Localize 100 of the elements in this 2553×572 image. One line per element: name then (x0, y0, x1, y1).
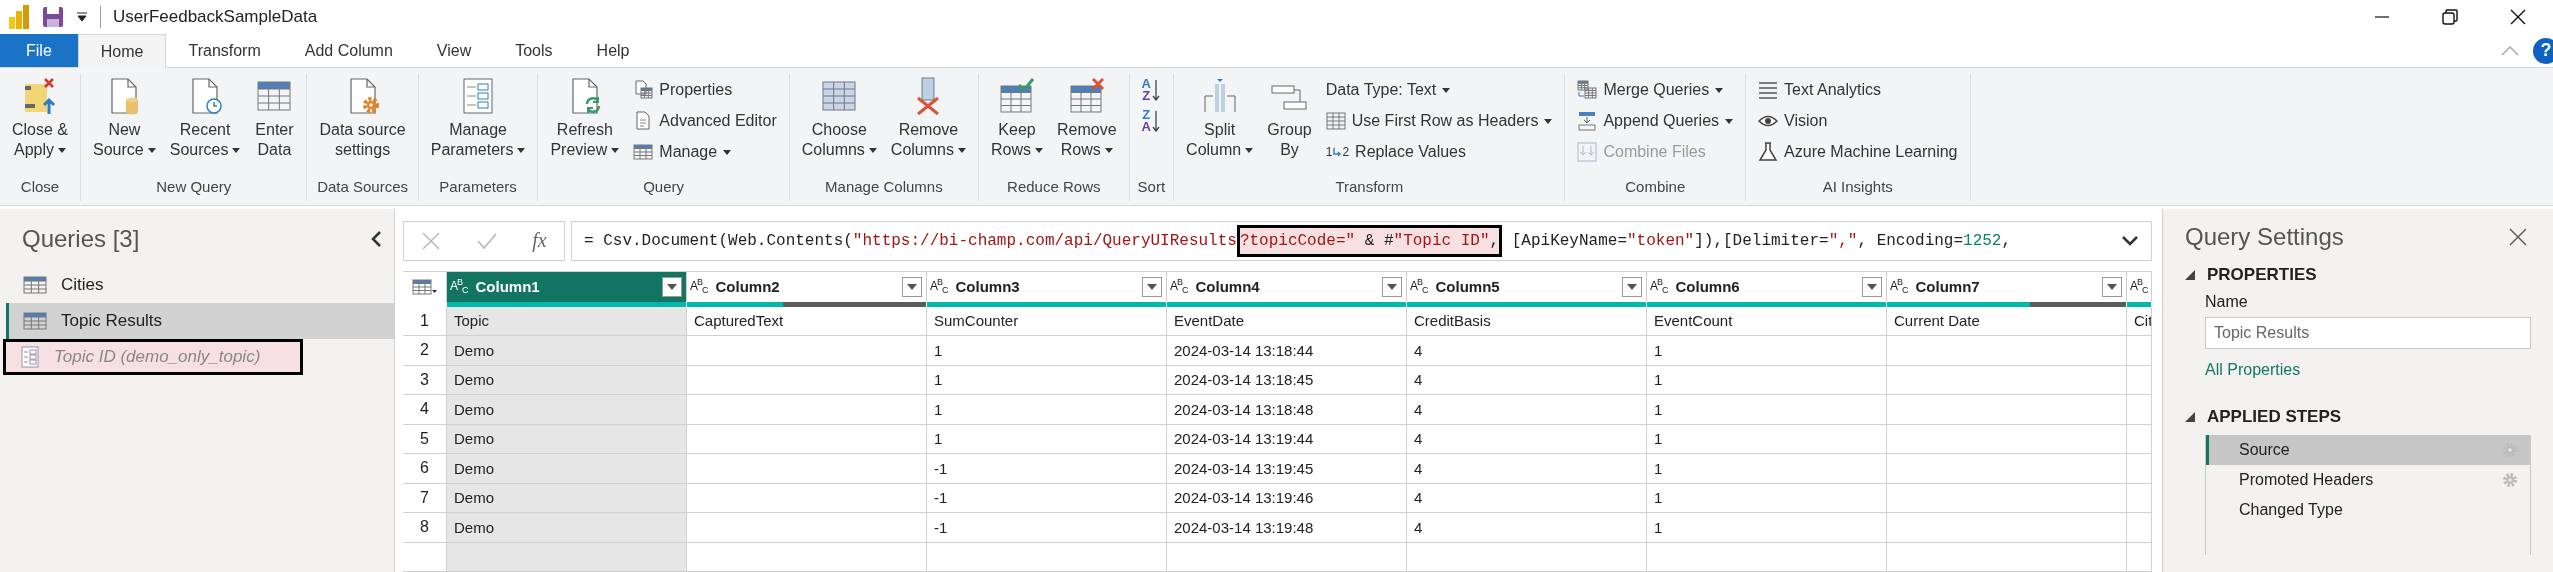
help-button[interactable]: ? (2533, 37, 2553, 64)
table-cell: Demo (447, 483, 687, 513)
chevron-left-icon[interactable] (370, 230, 382, 248)
applied-step[interactable]: Promoted Headers (2206, 465, 2530, 495)
table-cell: EventCount (1647, 306, 1887, 336)
filter-dropdown[interactable] (662, 276, 682, 297)
table-cell: Current Date (1887, 306, 2127, 336)
column-header[interactable]: A$^{B}$$_{C}$ Column7 (1887, 271, 2127, 302)
filter-dropdown[interactable] (2102, 276, 2122, 297)
table-cell: 1 (1647, 454, 1887, 484)
ribbon-tab[interactable]: View (414, 34, 494, 67)
ribbon-button[interactable]: Merge Queries (1573, 76, 1738, 104)
applied-step[interactable]: Source (2206, 435, 2530, 465)
caret-icon (1715, 87, 1724, 93)
ribbon-tab[interactable]: Tools (493, 34, 575, 67)
group-label: Close (19, 178, 61, 197)
all-properties-link[interactable]: All Properties (2205, 361, 2301, 379)
query-item[interactable]: Cities (6, 267, 118, 303)
row-number: 2 (403, 336, 447, 366)
caret-icon (1627, 283, 1637, 290)
ribbon-tab[interactable]: Home (77, 34, 167, 68)
group-label: Data Sources (316, 178, 409, 197)
dropdown-icon[interactable] (76, 11, 88, 23)
table-cell: 2024-03-14 13:18:45 (1167, 365, 1407, 395)
filter-dropdown[interactable] (1622, 276, 1642, 297)
ribbon-button[interactable]: Recent Sources (165, 74, 245, 162)
ribbon-button[interactable]: Advanced Editor (629, 107, 781, 135)
table-cell: 4 (1407, 395, 1647, 425)
ribbon-tab[interactable]: File (0, 34, 78, 67)
ribbon-button[interactable]: Remove Columns (886, 74, 970, 162)
ribbon-button[interactable]: Properties (629, 76, 781, 104)
sort-button[interactable]: Z A (1137, 107, 1164, 135)
chevron-down-icon[interactable] (2121, 234, 2139, 247)
ribbon-button[interactable]: Enter Data (250, 74, 299, 162)
table-check-icon (997, 76, 1037, 116)
table-cell: EventDate (1167, 306, 1407, 336)
ribbon-button[interactable]: Manage Parameters (426, 74, 530, 162)
column-header[interactable]: A$^{B}$$_{C}$ Column2 (687, 271, 927, 302)
ribbon-button[interactable]: Split Column (1182, 74, 1258, 162)
table-cell: 1 (1647, 513, 1887, 543)
ribbon-button[interactable]: Remove Rows (1053, 74, 1121, 162)
ribbon-button[interactable]: Append Queries (1573, 107, 1738, 135)
close-icon[interactable] (2509, 228, 2527, 246)
ribbon-button[interactable]: Data source settings (315, 74, 410, 162)
column-header[interactable]: A$^{B}$$_{C}$ Column1 (447, 271, 687, 302)
column-header[interactable]: A$^{B}$$_{C}$ Column6 (1647, 271, 1887, 302)
ribbon-button[interactable]: Manage (629, 138, 781, 166)
function-label[interactable]: fx (532, 229, 547, 253)
ribbon-button[interactable]: 1 2 Replace Values (1321, 138, 1557, 166)
ribbon-button[interactable]: Use First Row as Headers (1321, 107, 1557, 135)
save-icon[interactable] (42, 6, 64, 28)
ribbon-tab[interactable]: Add Column (282, 34, 415, 67)
query-item[interactable]: Topic Results (6, 303, 394, 339)
table-icon (411, 277, 438, 296)
filter-dropdown[interactable] (902, 276, 922, 297)
name-field[interactable]: Topic Results (2205, 317, 2531, 349)
column-header[interactable]: A$^{B}$$_{C}$ Column3 (927, 271, 1167, 302)
sort-button[interactable]: A Z (1137, 76, 1164, 104)
table-cell: 1 (1647, 365, 1887, 395)
formula-field[interactable]: = Csv.Document(Web.Contents("https://bi-champ.com/api/QueryUIResults ?topicCode=" & #"Topic ID", [ApiKeyName="token"]),[Delimiter=",", Encoding=1252, (571, 221, 2152, 261)
ribbon-button[interactable]: Text Analytics (1754, 76, 1962, 104)
panel-title: Query Settings (2185, 223, 2344, 251)
applied-step[interactable]: Changed Type (2206, 495, 2530, 525)
ribbon-button[interactable]: Data Type: Text (1321, 76, 1557, 104)
column-header[interactable]: A$^{B}$$_{C}$ Column5 (1407, 271, 1647, 302)
ribbon-button[interactable]: Keep Rows (987, 74, 1047, 162)
ribbon-tab[interactable]: Transform (166, 34, 283, 67)
section-heading: APPLIED STEPS (2207, 407, 2342, 427)
table-icon (23, 275, 47, 295)
group-label: Query (642, 178, 685, 197)
caret-icon (723, 149, 732, 155)
table-cell: 4 (1407, 336, 1647, 366)
caret-icon (1867, 283, 1877, 290)
restore-icon[interactable] (2441, 8, 2459, 26)
ribbon-button[interactable]: Choose Columns (797, 74, 881, 162)
column-header[interactable]: A$^{B}$$_{C}$ Column4 (1167, 271, 1407, 302)
table-cell: -1 (927, 513, 1167, 543)
table-cell: Demo (447, 454, 687, 484)
group-label: Parameters (438, 178, 518, 197)
filter-dropdown[interactable] (1142, 276, 1162, 297)
filter-dropdown[interactable] (1862, 276, 1882, 297)
combine-files-icon (1577, 142, 1598, 162)
ribbon-button[interactable]: Close & Apply (8, 74, 73, 162)
row-number: 4 (403, 395, 447, 425)
app-logo-icon (8, 5, 30, 29)
ribbon-button[interactable]: Azure Machine Learning (1754, 138, 1962, 166)
ribbon-button[interactable]: New Source (89, 74, 160, 162)
ribbon-button[interactable]: Group By (1263, 74, 1316, 162)
merge-icon (1577, 80, 1598, 100)
table-cell: 2024-03-14 13:19:46 (1167, 483, 1407, 513)
caret-icon (147, 147, 156, 153)
ribbon-button[interactable]: Vision (1754, 107, 1962, 135)
close-icon[interactable] (2509, 8, 2527, 26)
down-arrow-icon (1152, 79, 1160, 101)
check-icon[interactable] (475, 231, 498, 250)
ribbon-button[interactable]: Refresh Preview (546, 74, 624, 162)
filter-dropdown[interactable] (1382, 276, 1402, 297)
table-cell: 1 (927, 424, 1167, 454)
caret-icon (232, 147, 241, 153)
ribbon-tab[interactable]: Help (574, 34, 652, 67)
